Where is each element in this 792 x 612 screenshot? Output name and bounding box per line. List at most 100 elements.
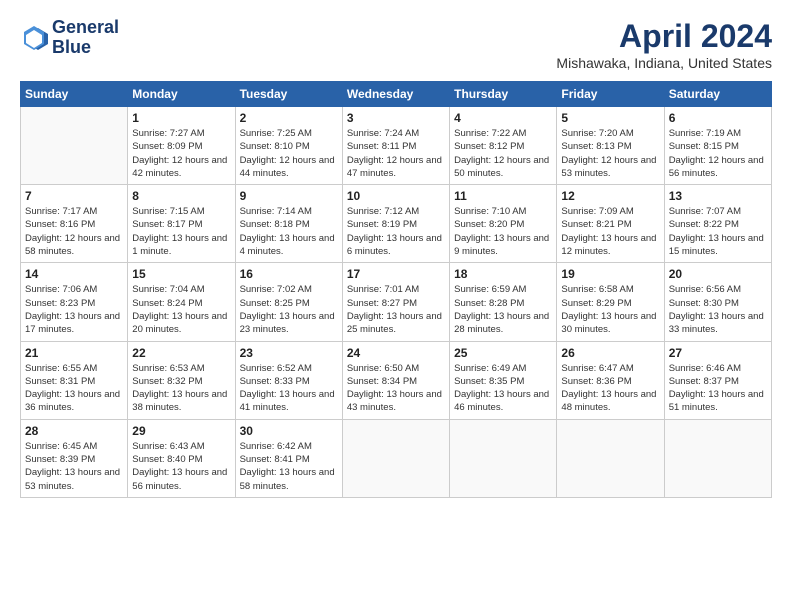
main-title: April 2024 bbox=[556, 18, 772, 55]
day-of-week-header: Wednesday bbox=[342, 82, 449, 107]
day-detail: Sunrise: 7:01 AM Sunset: 8:27 PM Dayligh… bbox=[347, 283, 445, 336]
day-number: 16 bbox=[240, 267, 338, 281]
day-number: 7 bbox=[25, 189, 123, 203]
calendar-cell: 18Sunrise: 6:59 AM Sunset: 8:28 PM Dayli… bbox=[450, 263, 557, 341]
calendar-cell: 28Sunrise: 6:45 AM Sunset: 8:39 PM Dayli… bbox=[21, 419, 128, 497]
calendar-cell: 30 Sunrise: 6:42 AM Sunset: 8:41 PM Dayli… bbox=[235, 419, 342, 497]
day-detail: Sunrise: 6:55 AM Sunset: 8:31 PM Dayligh… bbox=[25, 362, 123, 415]
calendar-cell: 13 Sunrise: 7:07 AM Sunset: 8:22 PM Dayli… bbox=[664, 185, 771, 263]
calendar-cell: 1Sunrise: 7:27 AM Sunset: 8:09 PM Daylig… bbox=[128, 107, 235, 185]
calendar-week-row: 14 Sunrise: 7:06 AM Sunset: 8:23 PM Dayli… bbox=[21, 263, 772, 341]
calendar-cell: 8 Sunrise: 7:15 AM Sunset: 8:17 PM Daylig… bbox=[128, 185, 235, 263]
day-detail: Sunrise: 6:49 AM Sunset: 8:35 PM Dayligh… bbox=[454, 362, 552, 415]
calendar-week-row: 28Sunrise: 6:45 AM Sunset: 8:39 PM Dayli… bbox=[21, 419, 772, 497]
subtitle: Mishawaka, Indiana, United States bbox=[556, 55, 772, 71]
calendar-body: 1Sunrise: 7:27 AM Sunset: 8:09 PM Daylig… bbox=[21, 107, 772, 498]
calendar-cell: 29Sunrise: 6:43 AM Sunset: 8:40 PM Dayli… bbox=[128, 419, 235, 497]
logo-text: General Blue bbox=[52, 18, 119, 58]
day-number: 9 bbox=[240, 189, 338, 203]
logo-icon bbox=[20, 24, 48, 52]
day-detail: Sunrise: 6:56 AM Sunset: 8:30 PM Dayligh… bbox=[669, 283, 767, 336]
calendar-cell bbox=[21, 107, 128, 185]
day-of-week-header: Sunday bbox=[21, 82, 128, 107]
calendar-cell: 7Sunrise: 7:17 AM Sunset: 8:16 PM Daylig… bbox=[21, 185, 128, 263]
title-block: April 2024 Mishawaka, Indiana, United St… bbox=[556, 18, 772, 71]
day-detail: Sunrise: 7:20 AM Sunset: 8:13 PM Dayligh… bbox=[561, 127, 659, 180]
day-number: 20 bbox=[669, 267, 767, 281]
day-of-week-header: Thursday bbox=[450, 82, 557, 107]
day-number: 25 bbox=[454, 346, 552, 360]
calendar-week-row: 7Sunrise: 7:17 AM Sunset: 8:16 PM Daylig… bbox=[21, 185, 772, 263]
calendar-cell: 11Sunrise: 7:10 AM Sunset: 8:20 PM Dayli… bbox=[450, 185, 557, 263]
day-number: 6 bbox=[669, 111, 767, 125]
calendar-cell: 19Sunrise: 6:58 AM Sunset: 8:29 PM Dayli… bbox=[557, 263, 664, 341]
day-number: 4 bbox=[454, 111, 552, 125]
day-number: 15 bbox=[132, 267, 230, 281]
day-number: 17 bbox=[347, 267, 445, 281]
calendar-cell: 15 Sunrise: 7:04 AM Sunset: 8:24 PM Dayli… bbox=[128, 263, 235, 341]
day-detail: Sunrise: 6:47 AM Sunset: 8:36 PM Dayligh… bbox=[561, 362, 659, 415]
calendar-cell: 26 Sunrise: 6:47 AM Sunset: 8:36 PM Dayli… bbox=[557, 341, 664, 419]
day-number: 27 bbox=[669, 346, 767, 360]
calendar-cell bbox=[557, 419, 664, 497]
day-detail: Sunrise: 7:24 AM Sunset: 8:11 PM Dayligh… bbox=[347, 127, 445, 180]
day-number: 3 bbox=[347, 111, 445, 125]
calendar-cell: 16 Sunrise: 7:02 AM Sunset: 8:25 PM Dayli… bbox=[235, 263, 342, 341]
day-number: 29 bbox=[132, 424, 230, 438]
day-detail: Sunrise: 6:58 AM Sunset: 8:29 PM Dayligh… bbox=[561, 283, 659, 336]
day-number: 23 bbox=[240, 346, 338, 360]
day-number: 8 bbox=[132, 189, 230, 203]
calendar-cell: 2Sunrise: 7:25 AM Sunset: 8:10 PM Daylig… bbox=[235, 107, 342, 185]
day-number: 10 bbox=[347, 189, 445, 203]
logo: General Blue bbox=[20, 18, 119, 58]
day-of-week-header: Saturday bbox=[664, 82, 771, 107]
day-number: 30 bbox=[240, 424, 338, 438]
day-detail: Sunrise: 6:52 AM Sunset: 8:33 PM Dayligh… bbox=[240, 362, 338, 415]
day-number: 5 bbox=[561, 111, 659, 125]
day-detail: Sunrise: 6:45 AM Sunset: 8:39 PM Dayligh… bbox=[25, 440, 123, 493]
calendar-cell: 9Sunrise: 7:14 AM Sunset: 8:18 PM Daylig… bbox=[235, 185, 342, 263]
day-detail: Sunrise: 7:06 AM Sunset: 8:23 PM Dayligh… bbox=[25, 283, 123, 336]
day-number: 13 bbox=[669, 189, 767, 203]
calendar-cell: 25 Sunrise: 6:49 AM Sunset: 8:35 PM Dayli… bbox=[450, 341, 557, 419]
day-detail: Sunrise: 7:15 AM Sunset: 8:17 PM Dayligh… bbox=[132, 205, 230, 258]
day-detail: Sunrise: 7:02 AM Sunset: 8:25 PM Dayligh… bbox=[240, 283, 338, 336]
calendar-table: SundayMondayTuesdayWednesdayThursdayFrid… bbox=[20, 81, 772, 498]
day-detail: Sunrise: 7:27 AM Sunset: 8:09 PM Dayligh… bbox=[132, 127, 230, 180]
calendar-cell: 23 Sunrise: 6:52 AM Sunset: 8:33 PM Dayli… bbox=[235, 341, 342, 419]
day-detail: Sunrise: 7:19 AM Sunset: 8:15 PM Dayligh… bbox=[669, 127, 767, 180]
day-detail: Sunrise: 7:25 AM Sunset: 8:10 PM Dayligh… bbox=[240, 127, 338, 180]
calendar-cell bbox=[342, 419, 449, 497]
calendar-cell: 6 Sunrise: 7:19 AM Sunset: 8:15 PM Daylig… bbox=[664, 107, 771, 185]
calendar-cell: 5 Sunrise: 7:20 AM Sunset: 8:13 PM Daylig… bbox=[557, 107, 664, 185]
calendar-week-row: 21 Sunrise: 6:55 AM Sunset: 8:31 PM Dayli… bbox=[21, 341, 772, 419]
day-detail: Sunrise: 7:07 AM Sunset: 8:22 PM Dayligh… bbox=[669, 205, 767, 258]
calendar-cell: 14 Sunrise: 7:06 AM Sunset: 8:23 PM Dayli… bbox=[21, 263, 128, 341]
header: General Blue April 2024 Mishawaka, India… bbox=[20, 18, 772, 71]
day-detail: Sunrise: 7:04 AM Sunset: 8:24 PM Dayligh… bbox=[132, 283, 230, 336]
calendar-cell: 27 Sunrise: 6:46 AM Sunset: 8:37 PM Dayli… bbox=[664, 341, 771, 419]
page: General Blue April 2024 Mishawaka, India… bbox=[0, 0, 792, 508]
day-detail: Sunrise: 7:22 AM Sunset: 8:12 PM Dayligh… bbox=[454, 127, 552, 180]
day-detail: Sunrise: 6:46 AM Sunset: 8:37 PM Dayligh… bbox=[669, 362, 767, 415]
calendar-week-row: 1Sunrise: 7:27 AM Sunset: 8:09 PM Daylig… bbox=[21, 107, 772, 185]
day-number: 26 bbox=[561, 346, 659, 360]
day-of-week-header: Friday bbox=[557, 82, 664, 107]
day-detail: Sunrise: 7:12 AM Sunset: 8:19 PM Dayligh… bbox=[347, 205, 445, 258]
calendar-header-row: SundayMondayTuesdayWednesdayThursdayFrid… bbox=[21, 82, 772, 107]
calendar-cell: 20 Sunrise: 6:56 AM Sunset: 8:30 PM Dayli… bbox=[664, 263, 771, 341]
calendar-cell bbox=[450, 419, 557, 497]
day-number: 22 bbox=[132, 346, 230, 360]
day-number: 21 bbox=[25, 346, 123, 360]
calendar-cell: 22 Sunrise: 6:53 AM Sunset: 8:32 PM Dayli… bbox=[128, 341, 235, 419]
calendar-cell: 3 Sunrise: 7:24 AM Sunset: 8:11 PM Daylig… bbox=[342, 107, 449, 185]
calendar-cell bbox=[664, 419, 771, 497]
day-number: 12 bbox=[561, 189, 659, 203]
day-detail: Sunrise: 6:53 AM Sunset: 8:32 PM Dayligh… bbox=[132, 362, 230, 415]
day-detail: Sunrise: 6:59 AM Sunset: 8:28 PM Dayligh… bbox=[454, 283, 552, 336]
day-detail: Sunrise: 6:42 AM Sunset: 8:41 PM Dayligh… bbox=[240, 440, 338, 493]
day-number: 11 bbox=[454, 189, 552, 203]
calendar-cell: 21 Sunrise: 6:55 AM Sunset: 8:31 PM Dayli… bbox=[21, 341, 128, 419]
calendar-cell: 12Sunrise: 7:09 AM Sunset: 8:21 PM Dayli… bbox=[557, 185, 664, 263]
day-number: 14 bbox=[25, 267, 123, 281]
